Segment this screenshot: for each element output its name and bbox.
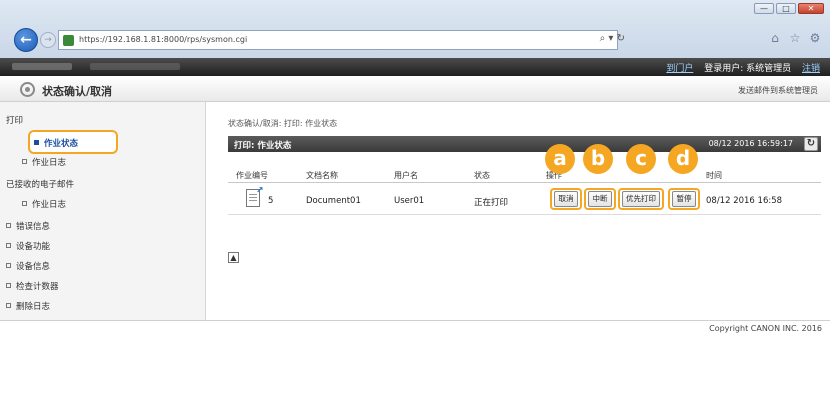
interrupt-button[interactable]: 中断 [588,191,612,207]
bullet-icon [6,263,11,268]
logout-link[interactable]: 注销 [802,64,820,74]
back-arrow-icon[interactable]: ← [14,28,38,52]
star-icon[interactable]: ☆ [788,31,802,45]
sidebar-item-label: 错误信息 [16,222,51,232]
col-header-job-no: 作业编号 [236,171,268,180]
browser-toolbar-icons: ⌂ ☆ ⚙ [768,31,822,45]
sidebar-category-received-email: 已接收的电子邮件 [6,180,75,190]
col-header-user-name: 用户名 [394,171,418,180]
search-refresh-icon[interactable]: ⌕ ▾ ↻ [600,33,625,44]
top-bar: 到门户 登录用户: 系统管理员 注销 [0,58,830,76]
bullet-icon [22,159,27,164]
arrow-icon: ↗ [256,186,264,196]
cell-status: 正在打印 [474,198,509,208]
address-bar[interactable]: https://192.168.1.81:8000/rps/sysmon.cgi [58,30,618,50]
callout-badge-b: b [583,144,613,174]
cell-time: 08/12 2016 16:58 [706,196,783,206]
page-title: 状态确认/取消 [42,85,113,98]
minimize-button[interactable]: — [754,3,774,14]
sidebar-item-check-counter[interactable]: 检查计数器 [6,280,59,292]
cancel-button[interactable]: 取消 [554,191,578,207]
callout-badge-a: a [545,144,575,174]
sidebar-item-job-status-label: 作业状态 [34,137,78,149]
mail-admin-link[interactable]: 发送邮件到系统管理员 [738,85,818,96]
refresh-icon[interactable]: ↻ [804,137,818,151]
timestamp: 08/12 2016 16:59:17 [708,139,793,148]
cell-user-name: User01 [394,196,425,206]
bullet-icon [6,283,11,288]
main-content: 状态确认/取消: 打印: 作业状态 打印: 作业状态 08/12 2016 16… [206,102,830,320]
device-model-logo [90,63,180,70]
callout-badge-d: d [668,144,698,174]
section-header: 打印: 作业状态 08/12 2016 16:59:17 ↻ [228,136,821,152]
sidebar-item-job-status[interactable]: 作业状态 [28,130,118,154]
status-monitor-icon [20,82,35,97]
device-name-logo [12,63,72,70]
bullet-icon [6,243,11,248]
sidebar-item-device-function[interactable]: 设备功能 [6,240,50,252]
pause-button[interactable]: 暂停 [672,191,696,207]
sidebar-item-job-log[interactable]: 作业日志 [22,156,66,168]
cell-job-no: 5 [268,196,274,206]
login-user-label: 登录用户: 系统管理员 [704,64,792,74]
sidebar-item-received-job-log[interactable]: 作业日志 [22,198,66,210]
breadcrumb: 状态确认/取消: 打印: 作业状态 [228,119,338,128]
col-header-time: 时间 [706,171,722,180]
sidebar-item-device-info[interactable]: 设备信息 [6,260,50,272]
section-title: 打印: 作业状态 [234,141,292,151]
bullet-icon [34,140,39,145]
sidebar-item-label: 设备信息 [16,262,51,272]
sidebar-item-delete-log[interactable]: 删除日志 [6,300,50,312]
table-header-divider [228,182,821,183]
priority-print-button[interactable]: 优先打印 [622,191,660,207]
topbar-links: 到门户 登录用户: 系统管理员 注销 [658,61,820,74]
sidebar-item-label: 检查计数器 [16,282,59,292]
home-icon[interactable]: ⌂ [768,31,782,45]
collapse-icon[interactable]: ▲ [228,252,239,263]
sidebar-item-label: 作业日志 [32,158,67,168]
col-header-status: 状态 [474,171,490,180]
col-header-doc-name: 文档名称 [306,171,338,180]
close-button[interactable]: ✕ [798,3,824,14]
table-row-divider [228,214,821,215]
browser-chrome: — □ ✕ ← → https://192.168.1.81:8000/rps/… [0,0,830,58]
bullet-icon [6,303,11,308]
sidebar-item-error-info[interactable]: 错误信息 [6,220,50,232]
footer-divider [0,320,830,321]
callout-badge-c: c [626,144,656,174]
forward-arrow-icon[interactable]: → [40,32,56,48]
url-text: https://192.168.1.81:8000/rps/sysmon.cgi [79,35,248,44]
site-icon [63,35,74,46]
title-bar: 状态确认/取消 发送邮件到系统管理员 [0,76,830,102]
portal-link[interactable]: 到门户 [666,64,693,74]
bullet-icon [22,201,27,206]
sidebar-item-label: 删除日志 [16,302,51,312]
window-controls: — □ ✕ [754,3,824,14]
cell-doc-name: Document01 [306,196,361,206]
sidebar-item-label: 作业状态 [44,139,79,149]
sidebar-item-label: 设备功能 [16,242,51,252]
sidebar-item-label: 作业日志 [32,200,67,210]
copyright-text: Copyright CANON INC. 2016 [709,324,822,333]
gear-icon[interactable]: ⚙ [808,31,822,45]
sidebar-category-print: 打印 [6,116,24,126]
maximize-button[interactable]: □ [776,3,796,14]
bullet-icon [6,223,11,228]
